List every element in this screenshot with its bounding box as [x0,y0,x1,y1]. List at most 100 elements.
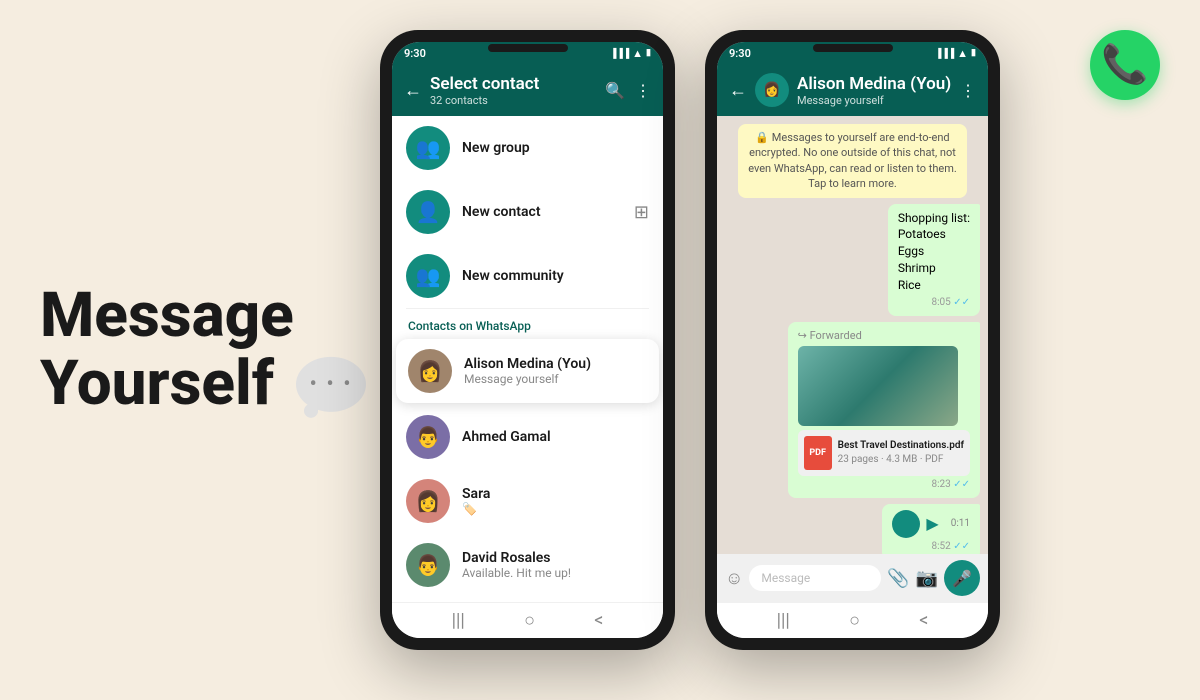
encryption-text: 🔒 Messages to yourself are end-to-end en… [748,131,957,190]
pdf-info: Best Travel Destinations.pdf 23 pages · … [838,439,964,467]
nav-home[interactable]: ○ [524,610,535,631]
back-button-1[interactable]: ← [404,80,422,101]
phone-2-screen: 9:30 ▐▐▐ ▲ ▮ ← 👩 Alison Medina (You) Mes… [717,42,988,638]
dots-icon: • • • [310,372,353,397]
new-group-item[interactable]: 👥 New group [392,116,663,180]
contact-sara[interactable]: 👩 Sara 🏷️ [392,469,663,533]
search-icon[interactable]: 🔍 [605,81,625,100]
pdf-icon: PDF [804,436,832,470]
header-name-area: Alison Medina (You) Message yourself [797,74,952,107]
attach-icon[interactable]: 📎 [887,568,909,589]
battery-icon: ▮ [646,48,651,58]
signal-icon-2: ▐▐▐ [935,48,954,59]
mic-button[interactable]: 🎤 [944,560,980,596]
camera-icon[interactable]: 📷 [916,568,938,589]
contact-alison[interactable]: 👩 Alison Medina (You) Message yourself [396,339,659,403]
sara-avatar: 👩 [406,479,450,523]
sara-emoji: 🏷️ [462,502,649,516]
forward-icon: ↪ [798,329,807,342]
new-contact-info: New contact [462,204,622,220]
new-group-label: New group [462,140,649,156]
david-name: David Rosales [462,550,649,566]
chat-input-bar: ☺ Message 📎 📷 🎤 [717,554,988,602]
hero-line2: Yourself [40,350,274,418]
ahmed-name: Ahmed Gamal [462,429,649,445]
encryption-notice: 🔒 Messages to yourself are end-to-end en… [738,124,968,198]
forwarded-text-1: Forwarded [810,329,862,342]
new-community-icon: 👥 [406,254,450,298]
pdf-time: 8:23 ✓✓ [798,478,970,492]
new-community-item[interactable]: 👥 New community [392,244,663,308]
new-group-info: New group [462,140,649,156]
alison-header-avatar: 👩 [755,73,789,107]
phone-notch-2 [813,44,893,52]
chat-header-name: Alison Medina (You) [797,74,952,94]
emoji-icon[interactable]: ☺ [725,568,743,589]
alison-name: Alison Medina (You) [464,356,647,372]
new-contact-item[interactable]: 👤 New contact ⊞ [392,180,663,244]
signal-icon: ▐▐▐ [610,48,629,59]
status-icons-1: ▐▐▐ ▲ ▮ [610,47,651,60]
voice-bubble: ▶ 0:11 8:52 ✓✓ [882,504,980,554]
voice-duration: 0:11 [951,517,970,531]
nav-apps[interactable]: ||| [452,610,465,631]
phones-container: 9:30 ▐▐▐ ▲ ▮ ← Select contact 32 contact… [380,30,1000,650]
phone-1-nav: ||| ○ < [392,602,663,638]
hero-line1: Message [40,282,366,350]
status-time-1: 9:30 [404,47,426,60]
new-community-label: New community [462,268,649,284]
message-input[interactable]: Message [749,565,881,591]
chat-area: 🔒 Messages to yourself are end-to-end en… [717,116,988,554]
nav-back-2[interactable]: < [919,610,928,631]
forwarded-label-1: ↪ Forwarded [798,328,970,343]
new-community-info: New community [462,268,649,284]
nav-back[interactable]: < [594,610,603,631]
sara-name: Sara [462,486,649,502]
phone-2-header: ← 👩 Alison Medina (You) Message yourself… [717,64,988,116]
phone-notch-1 [488,44,568,52]
section-label: Contacts on WhatsApp [392,309,663,337]
pdf-attachment: PDF Best Travel Destinations.pdf 23 page… [798,430,970,476]
status-time-2: 9:30 [729,47,751,60]
alison-status: Message yourself [464,372,647,386]
play-icon[interactable]: ▶ [926,513,938,535]
voice-content: ▶ 0:11 [892,510,970,538]
david-avatar: 👨 [406,543,450,587]
back-button-2[interactable]: ← [729,80,747,101]
ahmed-avatar: 👨 [406,415,450,459]
header-icons-1: 🔍 ⋮ [605,81,651,100]
voice-avatar [892,510,920,538]
status-icons-2: ▐▐▐ ▲ ▮ [935,47,976,60]
david-info: David Rosales Available. Hit me up! [462,550,649,580]
mic-icon: 🎤 [952,569,972,588]
hero-section: Message Yourself • • • [40,282,366,418]
whatsapp-logo: 📞 [1090,30,1160,100]
new-contact-icon: 👤 [406,190,450,234]
chat-bubble-icon: • • • [296,357,366,412]
contact-ahmed[interactable]: 👨 Ahmed Gamal [392,405,663,469]
qr-icon[interactable]: ⊞ [634,202,649,223]
more-icon-2[interactable]: ⋮ [960,81,976,100]
voice-time: 8:52 ✓✓ [892,540,970,554]
nav-apps-2[interactable]: ||| [777,610,790,631]
shopping-time: 8:05 ✓✓ [898,296,970,310]
battery-icon-2: ▮ [971,48,976,58]
new-contact-label: New contact [462,204,622,220]
tick-icon: ✓✓ [953,297,970,308]
ahmed-info: Ahmed Gamal [462,429,649,445]
phone-1-screen: 9:30 ▐▐▐ ▲ ▮ ← Select contact 32 contact… [392,42,663,638]
forwarded-image-bubble: ↪ Forwarded PDF Best Travel Destinations… [788,322,980,498]
more-icon[interactable]: ⋮ [635,81,651,100]
message-placeholder: Message [761,571,810,585]
header-title-area: Select contact 32 contacts [430,74,597,107]
contact-david[interactable]: 👨 David Rosales Available. Hit me up! [392,533,663,597]
header-title-1: Select contact [430,74,597,94]
wa-phone-icon: 📞 [1101,43,1148,87]
nav-home-2[interactable]: ○ [849,610,860,631]
phone-1: 9:30 ▐▐▐ ▲ ▮ ← Select contact 32 contact… [380,30,675,650]
header-subtitle-1: 32 contacts [430,94,597,107]
shopping-list-text: Shopping list: Potatoes Eggs Shrimp Rice [898,210,970,294]
pdf-name: Best Travel Destinations.pdf [838,439,964,453]
time-label: 8:05 [931,297,950,308]
phone-2-nav: ||| ○ < [717,602,988,638]
